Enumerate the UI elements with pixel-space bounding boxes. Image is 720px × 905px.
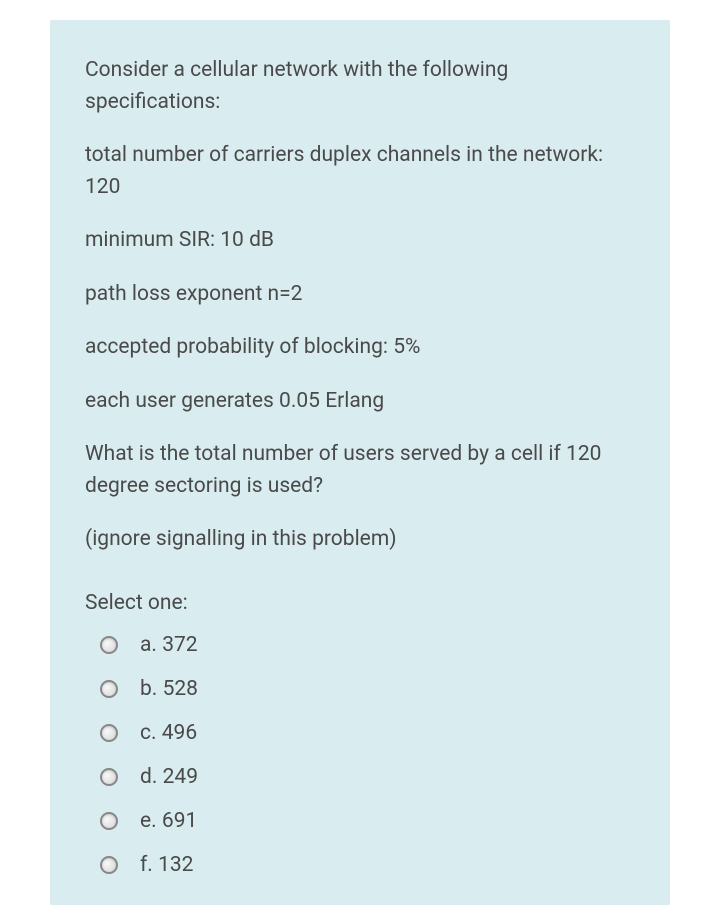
radio-button[interactable] bbox=[100, 856, 118, 874]
option-row[interactable]: c. 496 bbox=[85, 721, 635, 745]
option-row[interactable]: a. 372 bbox=[85, 633, 635, 657]
option-value: 691 bbox=[162, 809, 197, 833]
option-letter: b. bbox=[140, 677, 157, 701]
option-value: 372 bbox=[162, 633, 197, 657]
option-label[interactable]: d. 249 bbox=[140, 765, 198, 789]
radio-button[interactable] bbox=[100, 724, 118, 742]
option-row[interactable]: f. 132 bbox=[85, 853, 635, 877]
question-text: Consider a cellular network with the fol… bbox=[85, 55, 635, 556]
question-paragraph: minimum SIR: 10 dB bbox=[85, 225, 635, 257]
question-box: Consider a cellular network with the fol… bbox=[50, 20, 670, 905]
option-value: 496 bbox=[162, 721, 197, 745]
option-value: 132 bbox=[158, 853, 193, 877]
select-one-label: Select one: bbox=[85, 591, 635, 615]
radio-button[interactable] bbox=[100, 636, 118, 654]
option-value: 528 bbox=[163, 677, 198, 701]
radio-button[interactable] bbox=[100, 812, 118, 830]
option-label[interactable]: e. 691 bbox=[140, 809, 197, 833]
radio-button[interactable] bbox=[100, 680, 118, 698]
option-label[interactable]: a. 372 bbox=[140, 633, 198, 657]
radio-button[interactable] bbox=[100, 768, 118, 786]
question-paragraph: total number of carriers duplex channels… bbox=[85, 140, 635, 203]
option-letter: f. bbox=[140, 853, 153, 877]
option-row[interactable]: b. 528 bbox=[85, 677, 635, 701]
option-label[interactable]: b. 528 bbox=[140, 677, 198, 701]
option-label[interactable]: f. 132 bbox=[140, 853, 193, 877]
question-paragraph: each user generates 0.05 Erlang bbox=[85, 386, 635, 418]
option-letter: d. bbox=[140, 765, 157, 789]
question-paragraph: path loss exponent n=2 bbox=[85, 279, 635, 311]
question-paragraph: accepted probability of blocking: 5% bbox=[85, 332, 635, 364]
option-letter: e. bbox=[140, 809, 157, 833]
question-paragraph: Consider a cellular network with the fol… bbox=[85, 55, 635, 118]
option-value: 249 bbox=[163, 765, 198, 789]
option-letter: c. bbox=[140, 721, 157, 745]
option-row[interactable]: e. 691 bbox=[85, 809, 635, 833]
option-row[interactable]: d. 249 bbox=[85, 765, 635, 789]
option-label[interactable]: c. 496 bbox=[140, 721, 197, 745]
question-paragraph: What is the total number of users served… bbox=[85, 439, 635, 502]
option-letter: a. bbox=[140, 633, 157, 657]
question-paragraph: (ignore signalling in this problem) bbox=[85, 524, 635, 556]
